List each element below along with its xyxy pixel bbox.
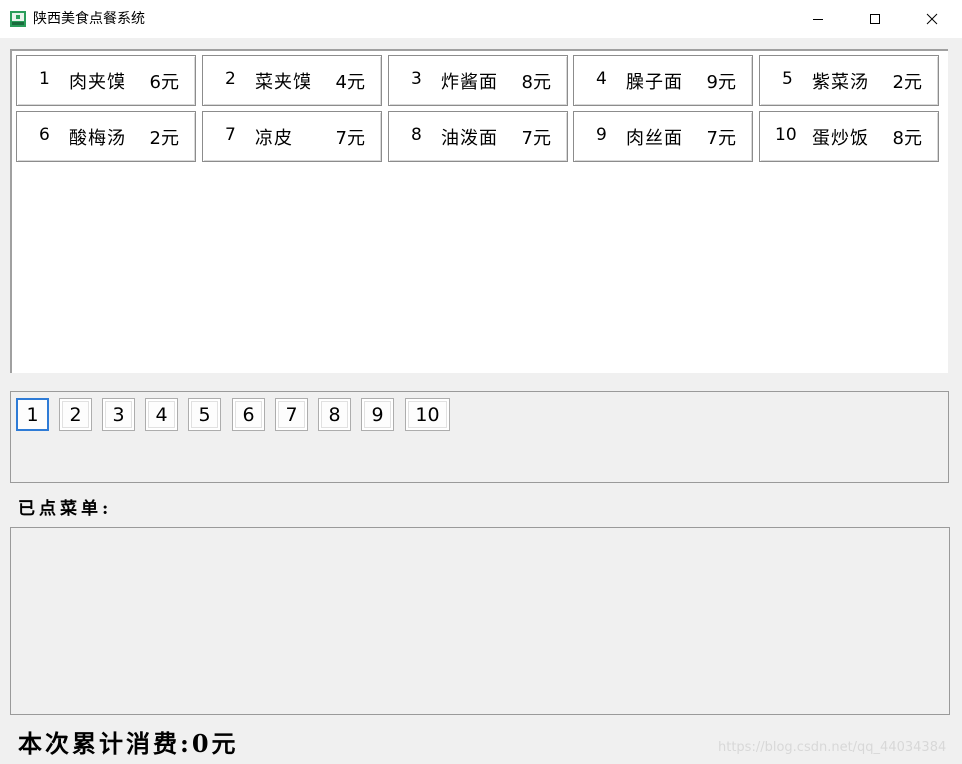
select-dish-2-button[interactable]: 2 — [59, 398, 92, 431]
minimize-icon — [813, 19, 823, 20]
total-cost-label: 本次累计消费:0元 — [18, 729, 239, 758]
select-dish-5-button[interactable]: 5 — [188, 398, 221, 431]
app-icon — [10, 11, 26, 27]
dish-price: 2元 — [892, 72, 922, 93]
dish-name: 菜夹馍 — [255, 72, 312, 93]
dish-number: 2 — [225, 69, 236, 89]
dish-name: 油泼面 — [441, 128, 498, 149]
select-dish-7-button[interactable]: 7 — [275, 398, 308, 431]
ordered-list-label: 已点菜单: — [18, 499, 113, 519]
dish-price: 2元 — [149, 128, 179, 149]
dish-number: 8 — [411, 125, 422, 145]
dish-price: 4元 — [335, 72, 365, 93]
dish-number: 3 — [411, 69, 422, 89]
dish-name: 紫菜汤 — [812, 72, 869, 93]
maximize-icon — [870, 14, 880, 24]
minimize-button[interactable] — [790, 0, 846, 38]
dish-name: 肉夹馍 — [69, 72, 126, 93]
dish-card-9: 9 肉丝面 7元 — [573, 111, 753, 162]
dish-number: 4 — [596, 69, 607, 89]
dish-price: 9元 — [706, 72, 736, 93]
select-dish-9-button[interactable]: 9 — [361, 398, 394, 431]
dish-name: 肉丝面 — [626, 128, 683, 149]
close-icon — [926, 13, 938, 25]
select-dish-8-button[interactable]: 8 — [318, 398, 351, 431]
dish-card-10: 10 蛋炒饭 8元 — [759, 111, 939, 162]
title-bar: 陕西美食点餐系统 — [0, 0, 962, 38]
select-dish-6-button[interactable]: 6 — [232, 398, 265, 431]
dish-name: 蛋炒饭 — [812, 128, 869, 149]
dish-card-2: 2 菜夹馍 4元 — [202, 55, 382, 106]
close-button[interactable] — [904, 0, 960, 38]
dish-card-3: 3 炸酱面 8元 — [388, 55, 568, 106]
dish-number: 6 — [39, 125, 50, 145]
dish-price: 7元 — [521, 128, 551, 149]
maximize-button[interactable] — [847, 0, 903, 38]
dish-card-5: 5 紫菜汤 2元 — [759, 55, 939, 106]
dish-price: 6元 — [149, 72, 179, 93]
window-title: 陕西美食点餐系统 — [33, 11, 145, 27]
dish-number: 5 — [782, 69, 793, 89]
select-dish-10-button[interactable]: 10 — [405, 398, 450, 431]
dish-selection-panel: 1 2 3 4 5 6 7 8 9 10 — [10, 391, 949, 483]
select-dish-4-button[interactable]: 4 — [145, 398, 178, 431]
dish-number: 1 — [39, 69, 50, 89]
dish-name: 凉皮 — [255, 128, 293, 149]
dish-card-7: 7 凉皮 7元 — [202, 111, 382, 162]
dish-name: 炸酱面 — [441, 72, 498, 93]
dish-card-8: 8 油泼面 7元 — [388, 111, 568, 162]
dish-price: 8元 — [521, 72, 551, 93]
watermark: https://blog.csdn.net/qq_44034384 — [718, 740, 947, 755]
ordered-list — [10, 527, 950, 715]
dish-card-6: 6 酸梅汤 2元 — [16, 111, 196, 162]
select-dish-1-button[interactable]: 1 — [16, 398, 49, 431]
dish-price: 7元 — [335, 128, 365, 149]
dish-card-1: 1 肉夹馍 6元 — [16, 55, 196, 106]
dish-card-4: 4 臊子面 9元 — [573, 55, 753, 106]
dish-price: 7元 — [706, 128, 736, 149]
dish-number: 9 — [596, 125, 607, 145]
menu-panel: 1 肉夹馍 6元 2 菜夹馍 4元 3 炸酱面 8元 4 臊子面 9元 5 紫菜… — [10, 49, 948, 373]
dish-number: 7 — [225, 125, 236, 145]
dish-name: 臊子面 — [626, 72, 683, 93]
dish-number: 10 — [775, 125, 797, 145]
select-dish-3-button[interactable]: 3 — [102, 398, 135, 431]
dish-price: 8元 — [892, 128, 922, 149]
dish-name: 酸梅汤 — [69, 128, 126, 149]
